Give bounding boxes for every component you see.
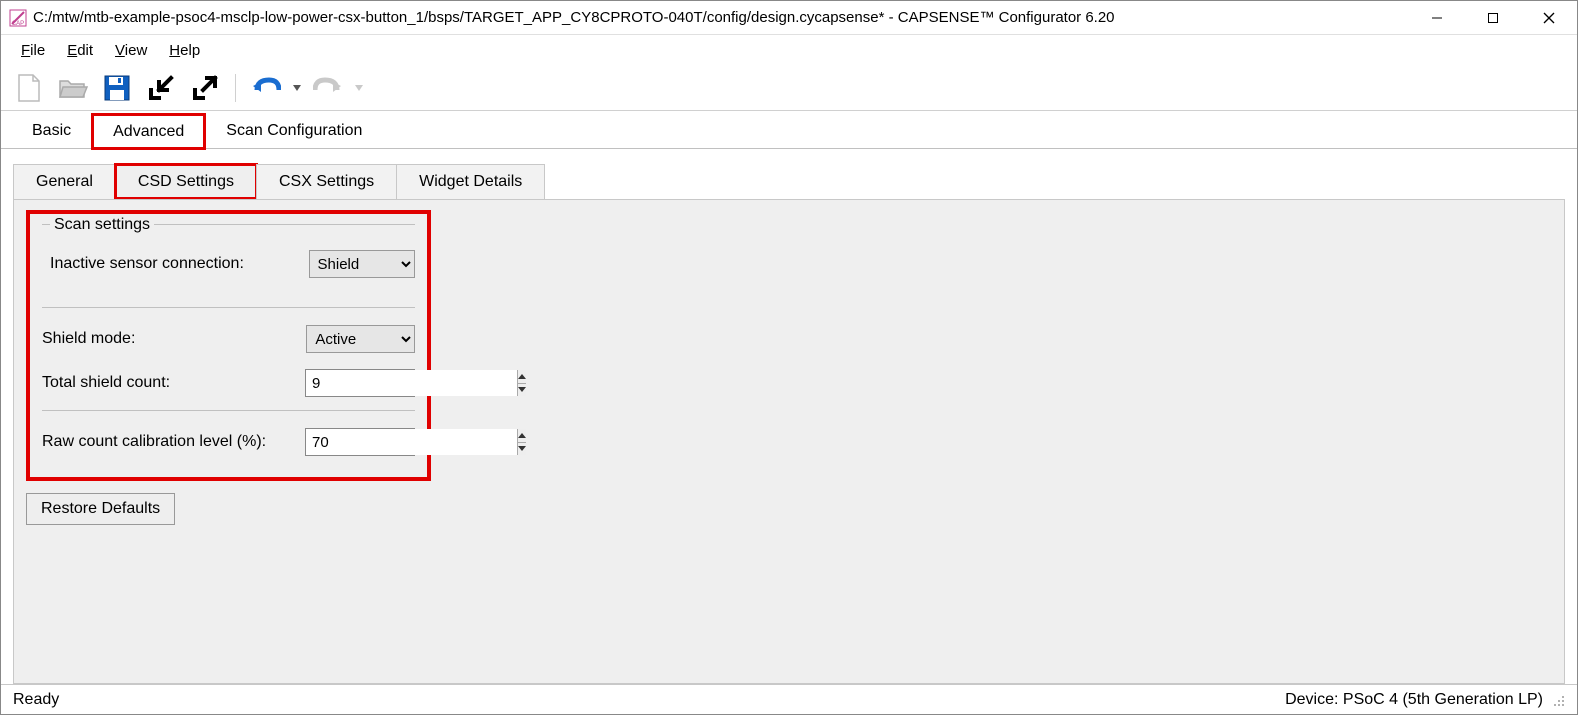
import-button[interactable] — [143, 70, 179, 106]
redo-dropdown[interactable] — [354, 85, 364, 91]
svg-text:CAP: CAP — [12, 21, 24, 27]
resize-grip-icon[interactable] — [1551, 693, 1565, 707]
app-icon: CAP — [9, 9, 27, 27]
tab-csx-settings[interactable]: CSX Settings — [256, 164, 397, 199]
tab-csd-settings[interactable]: CSD Settings — [115, 164, 257, 199]
maximize-button[interactable] — [1465, 1, 1521, 34]
shield-count-spinner[interactable] — [305, 369, 415, 397]
close-button[interactable] — [1521, 1, 1577, 34]
menu-bar: File Edit View Help — [1, 35, 1577, 65]
restore-defaults-button[interactable]: Restore Defaults — [26, 493, 175, 525]
tab-widget-details[interactable]: Widget Details — [396, 164, 545, 199]
settings-panel: Scan settings Inactive sensor connection… — [13, 199, 1565, 684]
shield-count-input[interactable] — [306, 370, 517, 396]
save-button[interactable] — [99, 70, 135, 106]
content-area: General CSD Settings CSX Settings Widget… — [1, 149, 1577, 684]
menu-help[interactable]: Help — [159, 39, 210, 62]
app-window: CAP C:/mtw/mtb-example-psoc4-msclp-low-p… — [0, 0, 1578, 715]
primary-tabs: Basic Advanced Scan Configuration — [1, 111, 1577, 149]
new-file-button[interactable] — [11, 70, 47, 106]
export-button[interactable] — [187, 70, 223, 106]
tab-general[interactable]: General — [13, 164, 116, 199]
menu-edit[interactable]: Edit — [57, 39, 103, 62]
undo-button[interactable] — [248, 70, 284, 106]
undo-dropdown[interactable] — [292, 85, 302, 91]
raw-count-up[interactable] — [518, 429, 526, 443]
window-controls — [1409, 1, 1577, 34]
status-left: Ready — [13, 691, 59, 709]
redo-button[interactable] — [310, 70, 346, 106]
shield-mode-label: Shield mode: — [42, 330, 306, 348]
status-bar: Ready Device: PSoC 4 (5th Generation LP) — [1, 684, 1577, 714]
shield-count-label: Total shield count: — [42, 374, 305, 392]
tab-basic[interactable]: Basic — [11, 113, 92, 148]
tab-advanced[interactable]: Advanced — [92, 114, 205, 149]
title-bar: CAP C:/mtw/mtb-example-psoc4-msclp-low-p… — [1, 1, 1577, 35]
shield-count-up[interactable] — [518, 370, 526, 384]
window-title: C:/mtw/mtb-example-psoc4-msclp-low-power… — [33, 9, 1409, 26]
menu-view[interactable]: View — [105, 39, 157, 62]
shield-mode-select[interactable]: Active — [306, 325, 415, 353]
toolbar — [1, 65, 1577, 111]
toolbar-separator — [235, 74, 236, 102]
shield-count-down[interactable] — [518, 384, 526, 397]
inactive-sensor-label: Inactive sensor connection: — [50, 255, 309, 273]
tab-scan-configuration[interactable]: Scan Configuration — [205, 113, 383, 148]
scan-settings-legend: Scan settings — [50, 216, 154, 233]
raw-count-down[interactable] — [518, 443, 526, 456]
status-device: Device: PSoC 4 (5th Generation LP) — [1285, 691, 1543, 709]
divider — [42, 410, 415, 411]
open-file-button[interactable] — [55, 70, 91, 106]
scan-settings-group: Scan settings Inactive sensor connection… — [42, 224, 415, 308]
secondary-tabs: General CSD Settings CSX Settings Widget… — [13, 159, 1565, 199]
raw-count-spinner[interactable] — [305, 428, 415, 456]
highlighted-settings-group: Scan settings Inactive sensor connection… — [26, 210, 431, 481]
menu-file[interactable]: File — [11, 39, 55, 62]
raw-count-input[interactable] — [306, 429, 517, 455]
minimize-button[interactable] — [1409, 1, 1465, 34]
inactive-sensor-select[interactable]: Shield — [309, 250, 415, 278]
raw-count-label: Raw count calibration level (%): — [42, 433, 305, 451]
